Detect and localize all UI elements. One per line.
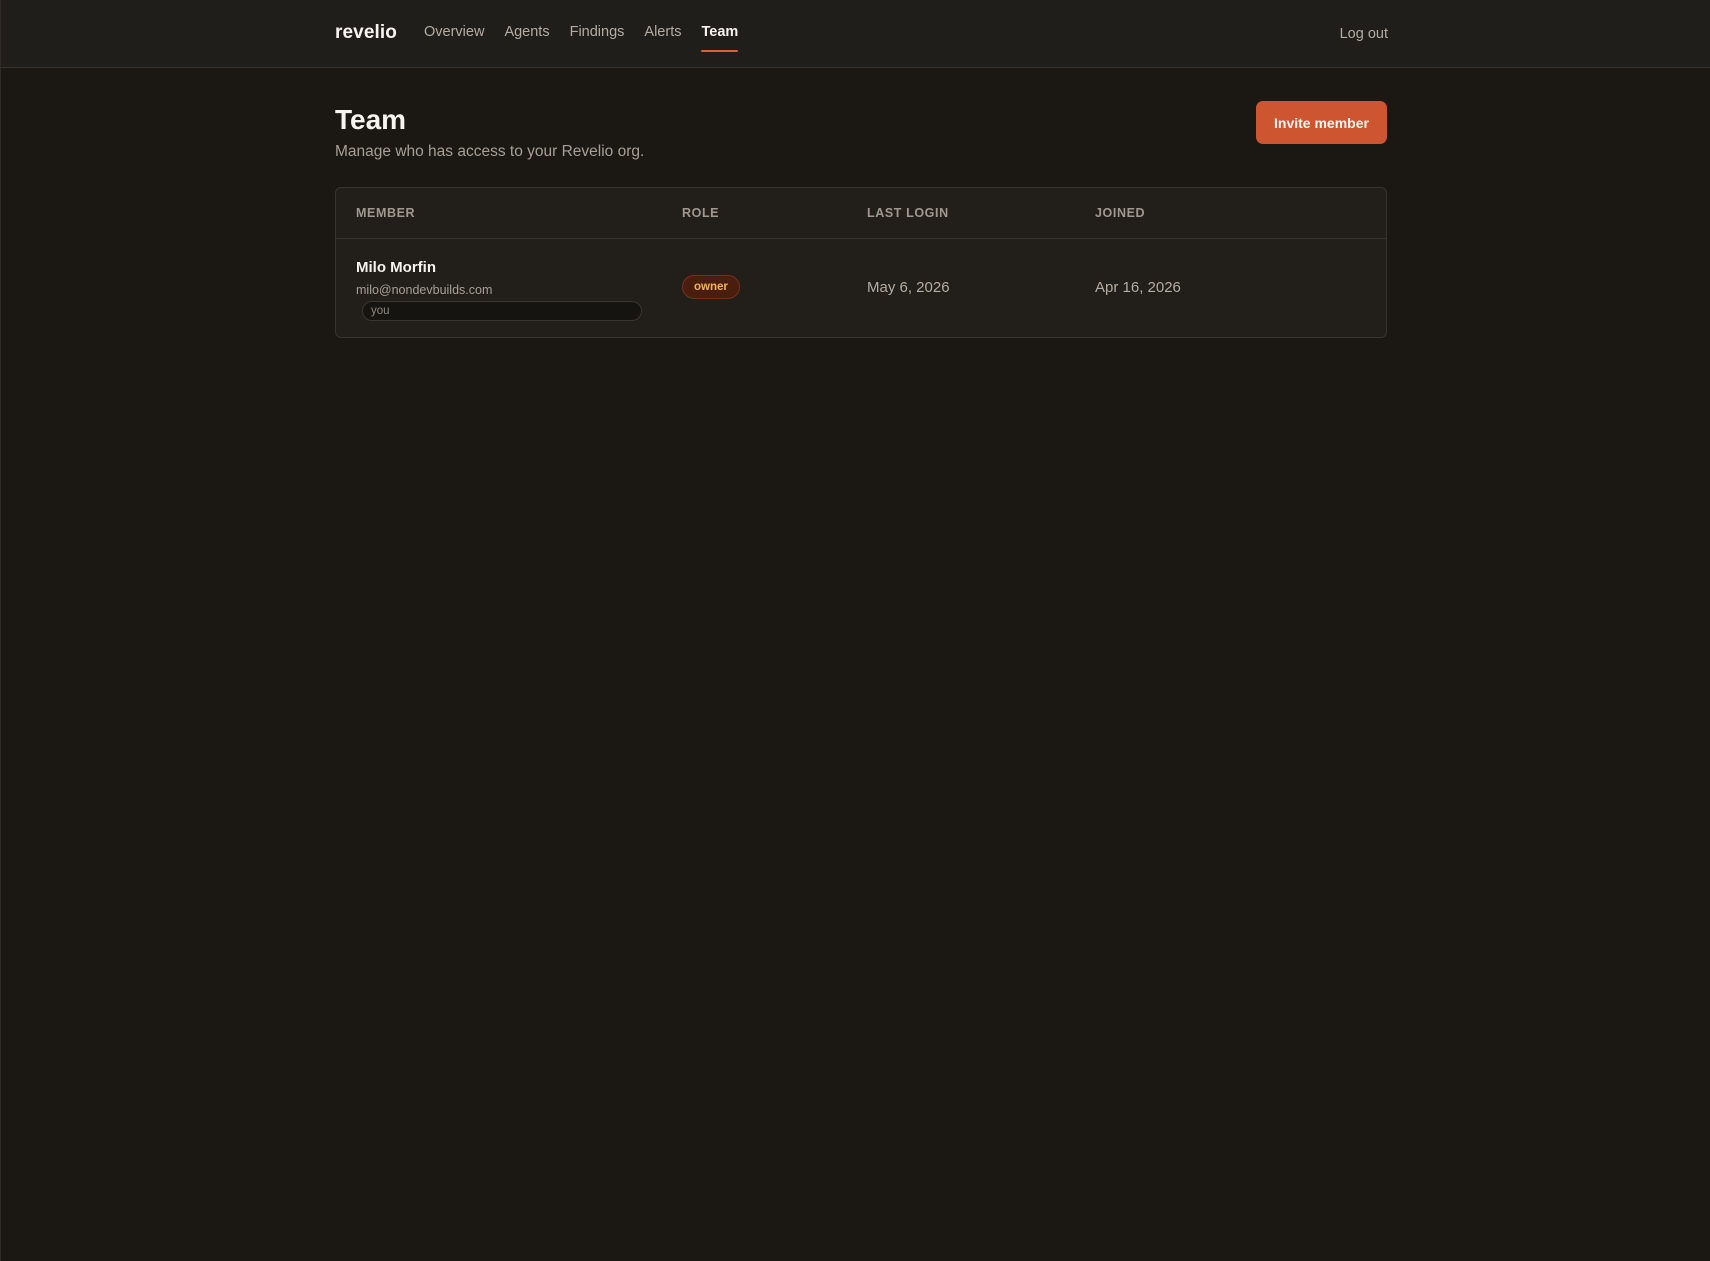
nav-item-agents[interactable]: Agents — [504, 0, 549, 68]
nav-item-team[interactable]: Team — [701, 0, 738, 68]
page-subtitle: Manage who has access to your Revelio or… — [335, 143, 645, 160]
logout-link[interactable]: Log out — [1340, 26, 1388, 42]
invite-member-button[interactable]: Invite member — [1256, 101, 1387, 144]
column-header-role: ROLE — [682, 206, 720, 220]
joined-value: Apr 16, 2026 — [1095, 279, 1181, 296]
column-header-joined: JOINED — [1095, 206, 1146, 220]
column-header-member: MEMBER — [356, 206, 416, 220]
column-header-last-login: LAST LOGIN — [867, 206, 949, 220]
team-members-table: MEMBER ROLE LAST LOGIN JOINED Milo Morfi… — [335, 187, 1387, 338]
role-badge: owner — [682, 275, 740, 299]
member-name: Milo Morfin — [356, 259, 436, 276]
current-user-tag: you — [362, 301, 642, 321]
nav-item-overview[interactable]: Overview — [424, 0, 484, 68]
table-row: Milo Morfin milo@nondevbuilds.com you ow… — [336, 239, 1386, 337]
top-navigation-bar: revelio Overview Agents Findings Alerts … — [1, 0, 1710, 68]
last-login-value: May 6, 2026 — [867, 279, 950, 296]
nav-item-alerts[interactable]: Alerts — [644, 0, 681, 68]
brand-logo[interactable]: revelio — [335, 22, 397, 44]
member-email: milo@nondevbuilds.com — [356, 283, 493, 297]
table-header: MEMBER ROLE LAST LOGIN JOINED — [336, 188, 1386, 239]
page-title: Team — [335, 104, 407, 135]
nav-item-findings[interactable]: Findings — [570, 0, 625, 68]
main-nav: Overview Agents Findings Alerts Team — [424, 0, 758, 68]
